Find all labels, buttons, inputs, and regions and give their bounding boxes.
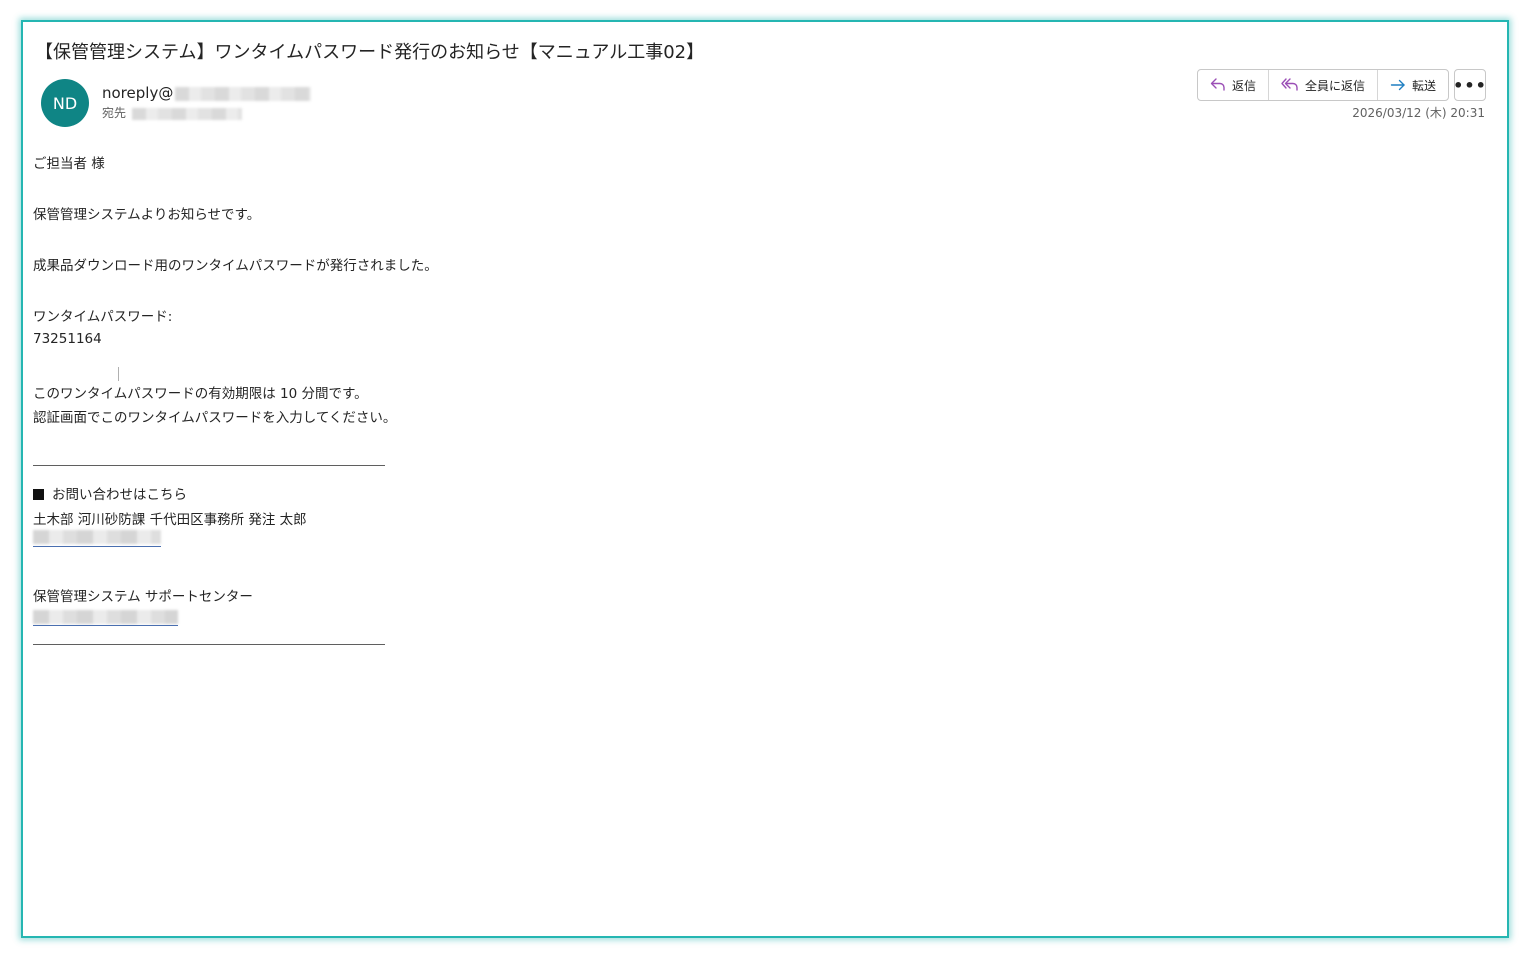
forward-icon xyxy=(1390,78,1406,92)
reply-button[interactable]: 返信 xyxy=(1198,70,1270,100)
contact-link-underline xyxy=(33,546,161,547)
signature-divider-top xyxy=(33,465,385,466)
sender-avatar[interactable]: ND xyxy=(41,79,89,127)
signature-divider-bottom xyxy=(33,644,385,645)
redacted-sender-domain xyxy=(175,86,312,101)
contact-heading: お問い合わせはこちら xyxy=(33,483,187,503)
more-actions-button[interactable]: ••• xyxy=(1453,69,1487,101)
to-label: 宛先 xyxy=(102,106,127,120)
forward-button[interactable]: 転送 xyxy=(1378,70,1448,100)
sender-name: noreply@ xyxy=(102,84,174,102)
avatar-initials: ND xyxy=(52,93,78,113)
email-reading-pane: 【保管管理システム】ワンタイムパスワード発行のお知らせ【マニュアル工事02】 N… xyxy=(21,20,1509,938)
contact-person: 土木部 河川砂防課 千代田区事務所 発注 太郎 xyxy=(33,512,307,528)
validity-text: このワンタイムパスワードの有効期限は 10 分間です。 xyxy=(33,386,368,402)
contact-heading-label: お問い合わせはこちら xyxy=(52,487,187,503)
instruction-text: 認証画面でこのワンタイムパスワードを入力してください。 xyxy=(33,410,397,426)
recipient-line[interactable]: 宛先 xyxy=(102,104,243,121)
text-cursor xyxy=(118,367,119,381)
received-date: 2026/03/12 (木) 20:31 xyxy=(1352,106,1485,120)
more-icon: ••• xyxy=(1453,75,1487,95)
reply-all-label: 全員に返信 xyxy=(1305,78,1366,93)
reply-icon xyxy=(1210,78,1226,92)
redacted-support-link[interactable] xyxy=(33,610,178,624)
message-action-toolbar: 返信 全員に返信 転送 xyxy=(1197,69,1450,101)
sender-address[interactable]: noreply@ xyxy=(102,84,312,102)
reply-label: 返信 xyxy=(1232,78,1257,93)
intro-text: 保管管理システムよりお知らせです。 xyxy=(33,207,261,223)
otp-value: 73251164 xyxy=(33,331,102,347)
redacted-recipient xyxy=(132,107,243,120)
notice-text: 成果品ダウンロード用のワンタイムパスワードが発行されました。 xyxy=(33,258,438,274)
square-bullet-icon xyxy=(33,489,44,500)
support-center-name: 保管管理システム サポートセンター xyxy=(33,589,253,605)
reply-all-icon xyxy=(1281,78,1299,92)
forward-label: 転送 xyxy=(1412,78,1437,93)
greeting-text: ご担当者 様 xyxy=(33,156,105,172)
otp-label: ワンタイムパスワード: xyxy=(33,309,173,325)
support-link-underline xyxy=(33,625,178,626)
reply-all-button[interactable]: 全員に返信 xyxy=(1269,70,1379,100)
redacted-contact-email-link[interactable] xyxy=(33,530,161,544)
email-subject: 【保管管理システム】ワンタイムパスワード発行のお知らせ【マニュアル工事02】 xyxy=(35,42,705,63)
